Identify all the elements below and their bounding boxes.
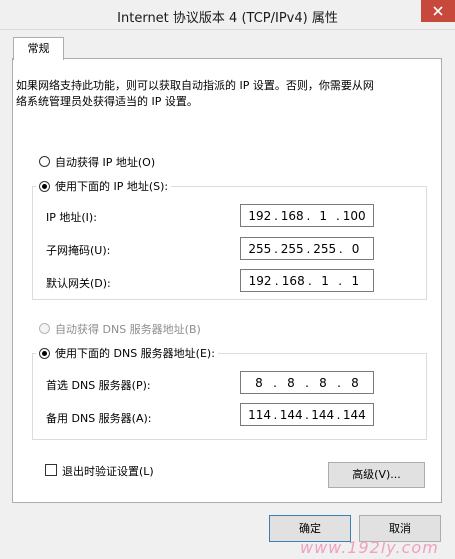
octet: 255 [248,241,272,256]
advanced-button[interactable]: 高级(V)... [328,462,425,488]
octet-separator: . [306,241,311,256]
octet: 144 [279,407,303,422]
validate-label: 退出时验证设置(L) [62,465,154,478]
radio-auto-dns[interactable] [39,323,50,334]
octet-separator: . [336,407,341,422]
octet-separator: . [305,375,309,390]
auto-dns-label: 自动获得 DNS 服务器地址(B) [55,323,201,336]
manual-dns-label: 使用下面的 DNS 服务器地址(E): [55,347,215,360]
octet: 100 [342,208,366,223]
octet-separator: . [336,208,340,223]
octet-separator: . [273,407,278,422]
octet-separator: . [338,273,343,288]
octet: 8 [351,375,359,390]
alternate-dns-label: 备用 DNS 服务器(A): [46,412,152,425]
title-bar: Internet 协议版本 4 (TCP/IPv4) 属性 [0,0,455,30]
octet: 8 [319,375,327,390]
ip-group-header: 使用下面的 IP 地址(S): [36,179,172,195]
octet: 0 [351,241,360,256]
octet-separator: . [338,241,343,256]
octet: 1 [321,273,329,288]
octet: 1 [351,273,360,288]
tab-general[interactable]: 常规 [13,37,64,60]
octet: 114 [248,407,272,422]
octet-separator: . [337,375,341,390]
close-button[interactable] [421,0,455,22]
alternate-dns-input[interactable]: 114. 144. 144. 144 [240,403,374,426]
default-gateway-input[interactable]: 192. 168. 1. 1 [240,269,374,292]
radio-auto-ip[interactable] [39,156,50,167]
default-gateway-label: 默认网关(D): [46,277,111,290]
octet-separator: . [274,241,278,256]
octet: 168 [281,273,305,288]
validate-checkbox[interactable] [45,464,57,476]
window-title: Internet 协议版本 4 (TCP/IPv4) 属性 [117,11,338,26]
octet: 144 [342,407,366,422]
radio-manual-dns[interactable] [39,348,50,359]
watermark: www.192ly.com [300,538,439,557]
octet: 144 [311,407,335,422]
octet: 255 [313,241,337,256]
octet-separator: . [274,273,279,288]
ip-address-input[interactable]: 192. 168. 1. 100 [240,204,374,227]
octet-separator: . [274,208,278,223]
auto-ip-label: 自动获得 IP 地址(O) [55,156,156,169]
octet: 8 [255,375,263,390]
manual-ip-label: 使用下面的 IP 地址(S): [55,180,169,193]
description-line-1: 如果网络支持此功能，则可以获取自动指派的 IP 设置。否则，你需要从网 [16,79,374,92]
octet-separator: . [306,208,311,223]
octet-separator: . [307,273,312,288]
subnet-mask-input[interactable]: 255. 255. 255. 0 [240,237,374,260]
octet: 8 [287,375,295,390]
dns-group [32,353,427,440]
dns-group-header: 使用下面的 DNS 服务器地址(E): [36,346,218,362]
radio-manual-ip[interactable] [39,181,50,192]
octet-separator: . [305,407,309,422]
octet: 255 [280,241,304,256]
preferred-dns-input[interactable]: 8. 8. 8. 8 [240,371,374,394]
octet: 192 [248,273,272,288]
octet-separator: . [273,375,277,390]
close-icon [433,6,443,16]
octet: 168 [280,208,304,223]
preferred-dns-label: 首选 DNS 服务器(P): [46,379,151,392]
octet: 192 [248,208,272,223]
octet: 1 [319,208,327,223]
subnet-mask-label: 子网掩码(U): [46,244,111,257]
ip-address-label: IP 地址(I): [46,211,97,224]
description-line-2: 络系统管理员处获得适当的 IP 设置。 [16,95,198,108]
